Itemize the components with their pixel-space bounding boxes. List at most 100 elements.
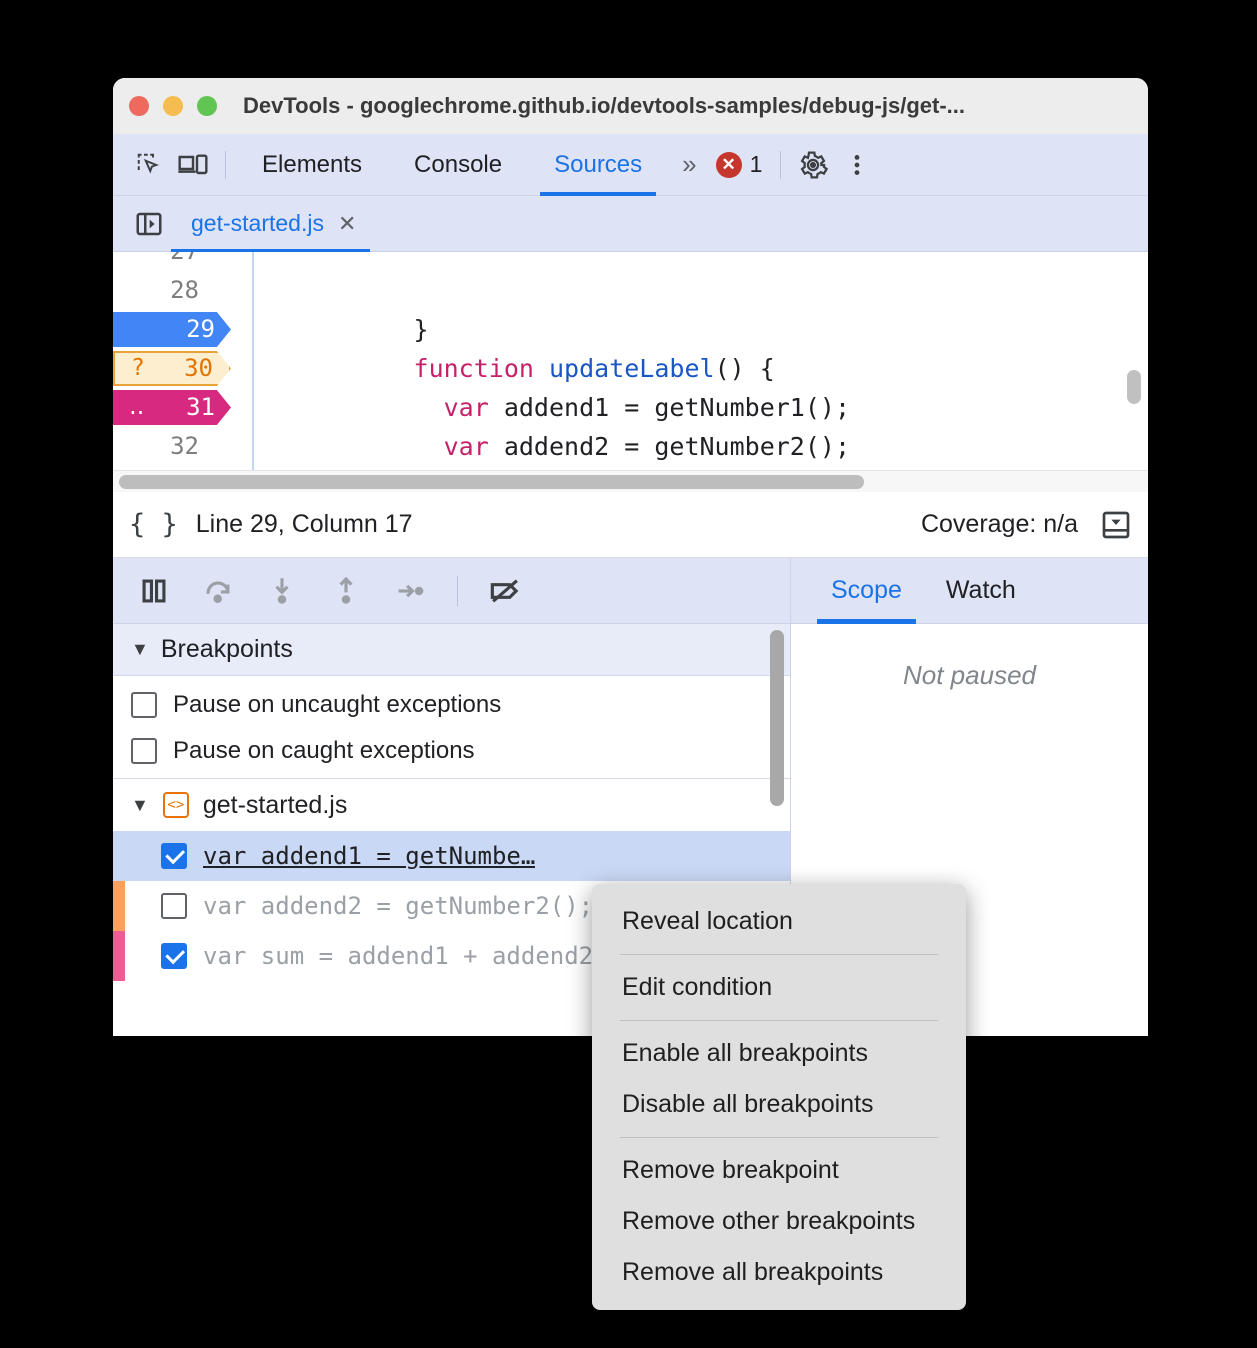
breakpoint-checkbox[interactable] [161, 843, 187, 869]
pause-icon[interactable] [125, 566, 183, 616]
error-badge[interactable]: ✕ 1 [708, 151, 771, 178]
minimize-button[interactable] [163, 96, 183, 116]
maximize-button[interactable] [197, 96, 217, 116]
js-file-icon: <> [162, 792, 189, 818]
file-tab-strip: get-started.js ✕ [113, 196, 1148, 254]
breakpoint-marker-line-29[interactable]: 29 [113, 312, 231, 347]
cursor-position: Line 29, Column 17 [195, 510, 413, 538]
breakpoints-pane: ▼ Breakpoints Pause on uncaught exceptio… [113, 558, 791, 981]
title-bar: DevTools - googlechrome.github.io/devtoo… [113, 78, 1148, 134]
code-editor[interactable]: 27 } 28 function updateLabel() { 29 var … [113, 252, 1148, 492]
device-toolbar-icon[interactable] [171, 143, 215, 187]
menu-item-enable-all-breakpoints[interactable]: Enable all breakpoints [592, 1028, 966, 1079]
code-line-29: 29 var addend1 = getNumber1(); [113, 310, 1148, 422]
devtools-toolbar: Elements Console Sources » ✕ 1 [113, 134, 1148, 196]
show-drawer-icon[interactable] [1100, 509, 1132, 541]
editor-status-bar: { } Line 29, Column 17 Coverage: n/a [113, 492, 1148, 558]
breakpoints-section-header[interactable]: ▼ Breakpoints [113, 624, 790, 676]
window-controls [129, 96, 217, 116]
breakpoint-marker-line-31[interactable]: ‥ 31 [113, 390, 231, 425]
menu-item-disable-all-breakpoints[interactable]: Disable all breakpoints [592, 1079, 966, 1130]
step-into-icon[interactable] [253, 566, 311, 616]
step-over-icon[interactable] [189, 566, 247, 616]
menu-item-edit-condition[interactable]: Edit condition [592, 962, 966, 1013]
window-title: DevTools - googlechrome.github.io/devtoo… [243, 93, 965, 118]
tab-sources[interactable]: Sources [528, 134, 668, 196]
tab-scope[interactable]: Scope [809, 558, 924, 624]
file-tab-get-started-js[interactable]: get-started.js ✕ [171, 196, 374, 254]
menu-item-remove-breakpoint[interactable]: Remove breakpoint [592, 1145, 966, 1196]
pause-uncaught-checkbox[interactable] [131, 692, 157, 718]
breakpoint-item-1[interactable]: var addend1 = getNumbe… [113, 831, 790, 881]
line-number: 31 [186, 393, 215, 421]
code-line-28: 28 function updateLabel() { [113, 271, 1148, 383]
pretty-print-icon[interactable]: { } [129, 509, 178, 540]
more-tabs-icon[interactable]: » [668, 149, 707, 180]
line-number: 27 [113, 252, 213, 271]
menu-item-reveal-location[interactable]: Reveal location [592, 896, 966, 947]
pause-caught-checkbox[interactable] [131, 738, 157, 764]
debugger-toolbar [113, 558, 790, 624]
step-icon[interactable] [381, 566, 439, 616]
scope-empty-message: Not paused [903, 660, 1036, 690]
menu-divider [620, 1020, 938, 1021]
breakpoint-context-menu[interactable]: Reveal location Edit condition Enable al… [592, 884, 966, 1310]
step-out-icon[interactable] [317, 566, 375, 616]
tab-console[interactable]: Console [388, 134, 528, 196]
editor-vertical-scrollbar[interactable] [1127, 370, 1141, 404]
screen: DevTools - googlechrome.github.io/devtoo… [0, 0, 1257, 1348]
breakpoint-color-edge [113, 881, 125, 931]
menu-divider [620, 1137, 938, 1138]
inspect-element-icon[interactable] [127, 143, 171, 187]
menu-item-remove-other-breakpoints[interactable]: Remove other breakpoints [592, 1196, 966, 1247]
editor-horizontal-scrollbar[interactable] [113, 470, 1148, 492]
debugger-area: ▼ Breakpoints Pause on uncaught exceptio… [113, 558, 1148, 981]
scope-watch-pane: Scope Watch Not paused [791, 558, 1148, 940]
breakpoint-file-name: get-started.js [202, 790, 348, 819]
pause-uncaught-label: Pause on uncaught exceptions [173, 691, 502, 718]
menu-item-remove-all-breakpoints[interactable]: Remove all breakpoints [592, 1247, 966, 1298]
breakpoint-marker-line-30[interactable]: ? 30 [113, 351, 231, 386]
breakpoint-color-edge [113, 931, 125, 981]
breakpoint-snippet: var addend2 = getNumber2(); [203, 892, 594, 920]
conditional-breakpoint-glyph: ? [131, 355, 145, 381]
tab-watch[interactable]: Watch [924, 558, 1038, 624]
pause-caught-label: Pause on caught exceptions [173, 737, 475, 764]
line-number: 32 [170, 432, 199, 460]
breakpoints-scrollbar[interactable] [770, 630, 784, 806]
toolbar-divider [225, 150, 226, 179]
coverage-status: Coverage: n/a [920, 510, 1078, 538]
breakpoint-checkbox[interactable] [161, 943, 187, 969]
code-line-32: 32 label.textContent = addend1 + ' + ' +… [113, 427, 1148, 466]
breakpoint-checkbox[interactable] [161, 893, 187, 919]
logpoint-glyph: ‥ [129, 394, 145, 420]
chevron-down-icon[interactable]: ▼ [131, 639, 149, 660]
navigator-panel-toggle-icon[interactable] [127, 202, 171, 246]
code-line-31: ‥ 31 var sum = addend1 + addend2; [113, 388, 1148, 492]
error-count: 1 [749, 151, 763, 177]
code-line-27: 27 } [113, 252, 1148, 344]
tab-elements[interactable]: Elements [236, 134, 388, 196]
close-icon[interactable]: ✕ [338, 211, 356, 237]
close-button[interactable] [129, 96, 149, 116]
pause-on-caught-exceptions-row[interactable]: Pause on caught exceptions [113, 728, 790, 774]
kebab-menu-icon[interactable] [835, 143, 879, 187]
breakpoint-snippet: var sum = addend1 + addend2; [203, 942, 608, 970]
line-number: 29 [186, 315, 215, 343]
breakpoint-crossed-icon[interactable] [476, 566, 534, 616]
line-number: 30 [184, 354, 213, 382]
chevron-down-icon[interactable]: ▼ [131, 795, 149, 816]
breakpoint-snippet: var addend1 = getNumbe… [203, 842, 536, 870]
breakpoint-file-group[interactable]: ▼ <> get-started.js [113, 779, 790, 831]
scope-watch-tabs: Scope Watch [791, 558, 1148, 624]
menu-divider [620, 954, 938, 955]
file-tab-label: get-started.js [191, 210, 324, 236]
toolbar-divider-2 [780, 150, 782, 179]
pause-on-uncaught-exceptions-row[interactable]: Pause on uncaught exceptions [113, 682, 790, 728]
line-number: 28 [170, 276, 199, 304]
error-icon: ✕ [715, 151, 742, 178]
code-line-30: ? 30 var addend2 = getNumber2(); [113, 349, 1148, 461]
breakpoints-title: Breakpoints [160, 635, 293, 663]
gear-icon[interactable] [791, 143, 835, 187]
debugger-toolbar-divider [457, 575, 458, 606]
